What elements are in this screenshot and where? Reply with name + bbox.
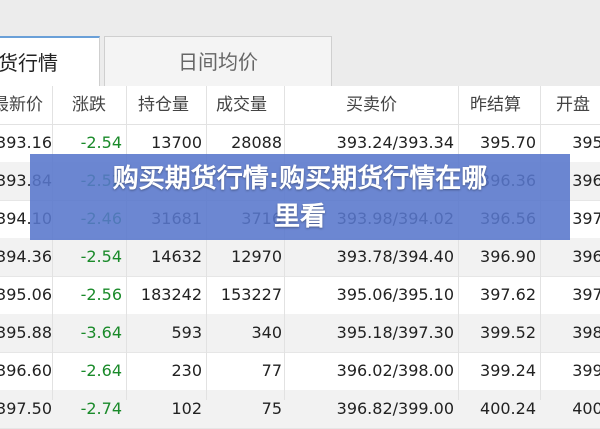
cell-volume: 75: [261, 399, 282, 418]
column-divider: [540, 86, 541, 400]
cell-last-price: 394.36: [0, 247, 52, 266]
cell-open: 396.9: [572, 247, 600, 266]
cell-bid-ask: 395.06/395.10: [336, 285, 454, 304]
cell-change: -2.56: [80, 285, 122, 304]
table-row[interactable]: 397.50 -2.74 102 75 396.82/399.00 400.24 400.2: [0, 390, 600, 429]
table-row[interactable]: 395.06 -2.56 183242 153227 395.06/395.10 397.…: [0, 276, 600, 315]
table-header: 最新价 涨跌 持仓量 成交量 买卖价 昨结算 开盘: [0, 86, 600, 125]
cell-volume: 153227: [220, 285, 282, 304]
column-divider: [206, 86, 207, 400]
cell-change: -2.64: [80, 361, 122, 380]
col-header-prev-settle[interactable]: 昨结算: [470, 86, 540, 124]
cell-open-interest: 183242: [140, 285, 202, 304]
cell-last-price: 396.60: [0, 361, 52, 380]
table-row[interactable]: 395.88 -3.64 593 340 395.18/397.30 399.52 398.…: [0, 314, 600, 353]
table-row[interactable]: 394.36 -2.54 14632 12970 393.78/394.40 396.90…: [0, 238, 600, 277]
cell-prev-settle: 397.62: [480, 285, 536, 304]
cell-prev-settle: 400.24: [480, 399, 536, 418]
col-header-open-interest[interactable]: 持仓量: [138, 86, 210, 124]
cell-change: -3.64: [80, 323, 122, 342]
banner-line-2: 里看: [273, 202, 326, 232]
table-row[interactable]: 396.60 -2.64 230 77 396.02/398.00 399.24 399.2: [0, 352, 600, 391]
cell-change: -2.54: [80, 247, 122, 266]
col-header-change[interactable]: 涨跌: [72, 86, 132, 124]
column-divider: [284, 86, 285, 400]
col-header-open[interactable]: 开盘: [556, 86, 600, 124]
cell-bid-ask: 396.02/398.00: [336, 361, 454, 380]
cell-prev-settle: 399.24: [480, 361, 536, 380]
cell-open-interest: 14632: [151, 247, 202, 266]
cell-open-interest: 102: [171, 399, 202, 418]
cell-prev-settle: 399.52: [480, 323, 536, 342]
tab-daily-average[interactable]: 日间均价: [104, 36, 332, 86]
cell-open: 398.2: [572, 323, 600, 342]
col-header-volume[interactable]: 成交量: [216, 86, 292, 124]
cell-bid-ask: 396.82/399.00: [336, 399, 454, 418]
cell-last-price: 397.50: [0, 399, 52, 418]
column-divider: [52, 86, 53, 400]
cell-volume: 77: [261, 361, 282, 380]
cell-open-interest: 230: [171, 361, 202, 380]
cell-change: -2.74: [80, 399, 122, 418]
title-banner: 购买期货行情:购买期货行情在哪 里看: [30, 154, 570, 240]
column-divider: [126, 86, 127, 400]
column-divider: [458, 86, 459, 400]
banner-line-1: 购买期货行情:购买期货行情在哪: [112, 164, 488, 194]
tab-bar: 期货行情 日间均价: [0, 0, 600, 87]
tab-label: 期货行情: [0, 51, 58, 75]
tab-futures-quotes[interactable]: 期货行情: [0, 36, 100, 87]
cell-bid-ask: 395.18/397.30: [336, 323, 454, 342]
cell-prev-settle: 396.90: [480, 247, 536, 266]
cell-volume: 12970: [231, 247, 282, 266]
cell-open: 400.2: [572, 399, 600, 418]
col-header-last-price[interactable]: 最新价: [0, 86, 56, 124]
cell-last-price: 395.06: [0, 285, 52, 304]
cell-open: 397.5: [572, 285, 600, 304]
cell-open-interest: 593: [171, 323, 202, 342]
cell-open: 399.2: [572, 361, 600, 380]
tab-label: 日间均价: [178, 50, 258, 74]
cell-last-price: 395.88: [0, 323, 52, 342]
cell-bid-ask: 393.78/394.40: [336, 247, 454, 266]
cell-volume: 340: [251, 323, 282, 342]
